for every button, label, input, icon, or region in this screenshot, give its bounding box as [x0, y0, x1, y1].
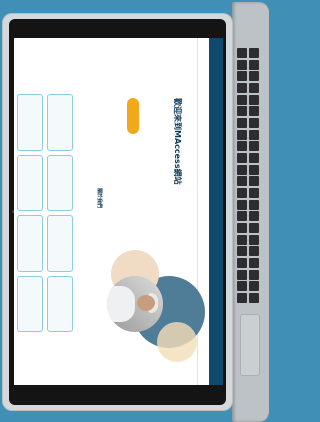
keyboard-key	[248, 199, 259, 210]
keyboard-key	[248, 94, 259, 105]
keyboard-key	[237, 222, 248, 234]
site-top-bar	[209, 38, 223, 385]
keyboard-key	[237, 187, 248, 199]
photo-body	[107, 286, 135, 322]
keyboard-key	[237, 106, 248, 117]
keyboard-key	[248, 59, 259, 70]
service-tile[interactable]	[17, 275, 43, 332]
keyboard-key	[248, 71, 259, 82]
laptop-keyboard	[237, 48, 259, 303]
hero-photo	[107, 276, 163, 332]
service-tile[interactable]	[47, 94, 73, 151]
laptop-base	[232, 2, 269, 422]
keyboard-key	[237, 281, 248, 292]
keyboard-key	[237, 152, 248, 164]
hero-title: 歡迎來到MAccess網站	[173, 98, 182, 185]
keyboard-key	[248, 269, 259, 280]
keyboard-key	[237, 246, 248, 257]
keyboard-key	[237, 269, 248, 280]
section-title: 關於我們	[96, 188, 102, 209]
hero-cta-button[interactable]	[127, 98, 139, 134]
hero-decor-circle	[157, 322, 197, 362]
photo-head	[137, 295, 155, 311]
keyboard-key	[248, 176, 259, 187]
keyboard-key	[237, 129, 248, 140]
website-page: 歡迎來到MAccess網站 關於我們	[14, 38, 223, 385]
keyboard-key	[248, 129, 259, 140]
keyboard-key	[248, 48, 259, 59]
keyboard-key	[248, 211, 259, 222]
service-tile[interactable]	[47, 275, 73, 332]
keyboard-key	[248, 106, 259, 117]
keyboard-key	[237, 199, 248, 210]
laptop-screen: 歡迎來到MAccess網站 關於我們	[14, 38, 223, 385]
keyboard-key	[248, 152, 259, 164]
keyboard-key	[237, 59, 248, 70]
site-nav	[197, 38, 209, 385]
keyboard-key	[237, 48, 248, 59]
keyboard-key	[248, 281, 259, 292]
keyboard-key	[237, 94, 248, 105]
service-tiles	[17, 94, 73, 332]
keyboard-key	[248, 187, 259, 199]
service-tile[interactable]	[17, 94, 43, 151]
keyboard-key	[237, 257, 248, 269]
laptop-trackpad	[240, 314, 260, 376]
keyboard-key	[237, 211, 248, 222]
keyboard-key	[237, 234, 248, 245]
keyboard-key	[237, 82, 248, 94]
service-tile[interactable]	[47, 154, 73, 211]
keyboard-key	[237, 292, 248, 303]
keyboard-key	[248, 234, 259, 245]
service-tile[interactable]	[17, 154, 43, 211]
keyboard-key	[248, 246, 259, 257]
keyboard-key	[237, 117, 248, 129]
keyboard-key	[248, 82, 259, 94]
keyboard-key	[248, 257, 259, 269]
keyboard-key	[248, 117, 259, 129]
keyboard-key	[237, 176, 248, 187]
keyboard-key	[248, 292, 259, 303]
keyboard-key	[248, 222, 259, 234]
keyboard-key	[237, 71, 248, 82]
keyboard-key	[237, 164, 248, 175]
keyboard-key	[237, 141, 248, 152]
keyboard-key	[248, 164, 259, 175]
keyboard-key	[248, 141, 259, 152]
service-tile[interactable]	[17, 215, 43, 272]
service-tile[interactable]	[47, 215, 73, 272]
